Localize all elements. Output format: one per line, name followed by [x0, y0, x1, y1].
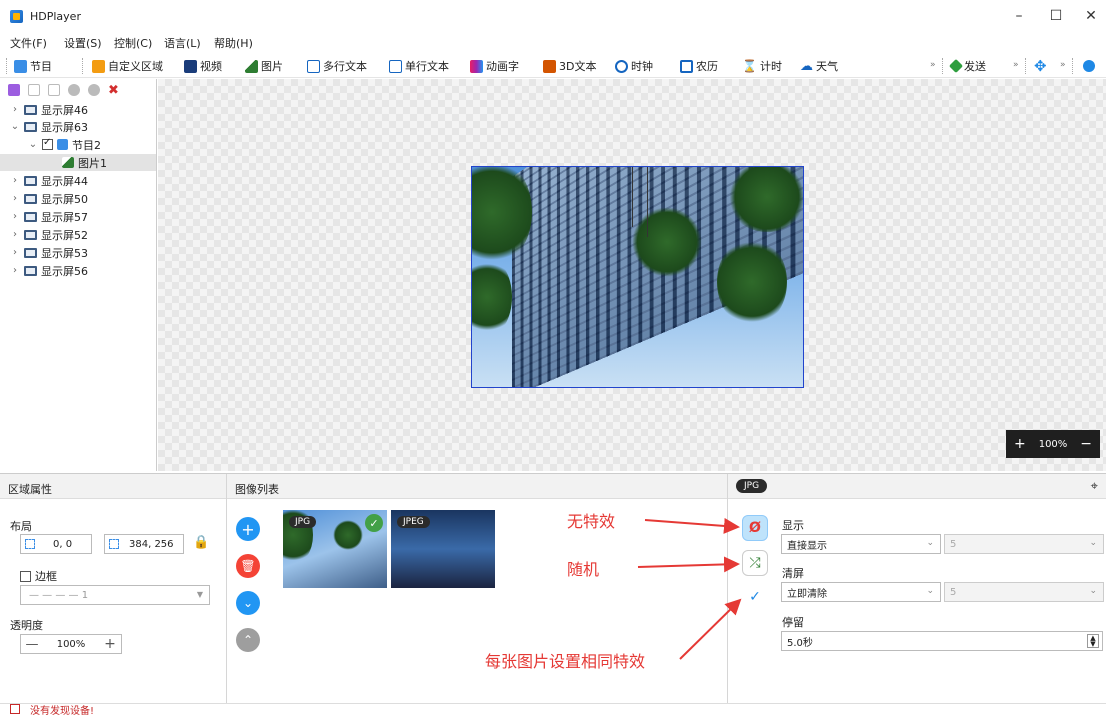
- monitor-icon: [24, 105, 37, 115]
- video-button[interactable]: 视频: [184, 57, 222, 75]
- program-button[interactable]: 节目: [14, 57, 52, 75]
- menu-file[interactable]: 文件(F): [10, 35, 47, 51]
- weather-button[interactable]: ☁ 天气: [800, 57, 838, 75]
- picture-button[interactable]: 图片: [245, 57, 283, 75]
- animated-text-button[interactable]: 动画字: [470, 57, 519, 75]
- zoom-level: 100%: [1039, 439, 1068, 450]
- tree-item-screen[interactable]: › 显示屏57: [10, 208, 88, 225]
- move-up-icon[interactable]: [68, 84, 80, 96]
- clock-button[interactable]: 时钟: [615, 57, 653, 75]
- move-down-icon[interactable]: [88, 84, 100, 96]
- tree-toolbar: ✖: [8, 82, 119, 98]
- tree-item-screen[interactable]: › 显示屏44: [10, 172, 88, 189]
- toolbar-overflow-1[interactable]: »: [930, 60, 936, 70]
- zoom-control: + 100% −: [1006, 430, 1100, 458]
- program-icon: [57, 139, 68, 150]
- close-window-button[interactable]: ✕: [1081, 8, 1101, 24]
- multi-line-text-button[interactable]: 多行文本: [307, 57, 367, 75]
- zoom-out-button[interactable]: −: [1080, 436, 1092, 452]
- title-bar: HDPlayer – ☐ ✕: [0, 0, 1106, 32]
- tree-item-screen[interactable]: › 显示屏53: [10, 244, 88, 261]
- chevron-right-icon: ›: [10, 265, 20, 276]
- single-line-text-button[interactable]: 单行文本: [389, 57, 449, 75]
- monitor-icon: [24, 212, 37, 222]
- weather-icon: ☁: [800, 59, 813, 74]
- play-icon[interactable]: [1083, 60, 1095, 72]
- chevron-right-icon: ›: [10, 193, 20, 204]
- animated-text-icon: [470, 60, 483, 73]
- annotation-arrows: [0, 474, 1106, 704]
- tree-item-picture[interactable]: 图片1: [0, 154, 156, 171]
- preview-canvas[interactable]: + 100% −: [158, 79, 1106, 471]
- tree-item-screen-expanded[interactable]: ⌄ 显示屏63: [10, 118, 88, 135]
- hourglass-icon: ⌛: [742, 59, 757, 73]
- picture-icon: [245, 60, 258, 73]
- send-icon: [949, 59, 963, 73]
- chevron-right-icon: ›: [10, 175, 20, 186]
- tree-item-screen[interactable]: › 显示屏56: [10, 262, 88, 279]
- app-logo-icon: [10, 10, 23, 23]
- monitor-icon: [24, 122, 37, 132]
- chevron-right-icon: ›: [10, 211, 20, 222]
- monitor-icon: [24, 248, 37, 258]
- clock-icon: [615, 60, 628, 73]
- menu-help[interactable]: 帮助(H): [214, 35, 253, 51]
- menu-settings[interactable]: 设置(S): [64, 35, 102, 51]
- toolbar-overflow-3[interactable]: »: [1060, 60, 1066, 70]
- custom-area-icon: [92, 60, 105, 73]
- check-all-icon[interactable]: [8, 84, 20, 96]
- video-icon: [184, 60, 197, 73]
- zoom-in-button[interactable]: +: [1014, 436, 1026, 452]
- chevron-down-icon: ⌄: [10, 121, 20, 132]
- multi-line-text-icon: [307, 60, 320, 73]
- toolbar-overflow-2[interactable]: »: [1013, 60, 1019, 70]
- minimize-button[interactable]: –: [1009, 8, 1029, 24]
- arrow-to-same-effect: [680, 600, 740, 659]
- chevron-right-icon: ›: [10, 247, 20, 258]
- app-title: HDPlayer: [30, 10, 81, 23]
- warning-icon: [10, 704, 20, 714]
- program-checkbox[interactable]: [42, 139, 53, 150]
- tree-item-screen[interactable]: › 显示屏46: [10, 101, 88, 118]
- custom-area-button[interactable]: 自定义区域: [92, 57, 163, 75]
- monitor-icon: [24, 194, 37, 204]
- picture-icon: [62, 157, 74, 168]
- status-bar: 没有发现设备!: [0, 703, 1106, 715]
- toolbar: 节目 自定义区域 视频 图片 多行文本 单行文本 动画字 3D文本 时钟 农历 …: [0, 54, 1106, 78]
- chevron-right-icon: ›: [10, 104, 20, 115]
- menu-control[interactable]: 控制(C): [114, 35, 152, 51]
- menu-bar: 文件(F) 设置(S) 控制(C) 语言(L) 帮助(H): [0, 33, 1106, 51]
- program-icon: [14, 60, 27, 73]
- chevron-down-icon: ⌄: [28, 139, 38, 150]
- 3d-text-button[interactable]: 3D文本: [543, 57, 596, 75]
- monitor-icon: [24, 266, 37, 276]
- timer-button[interactable]: ⌛ 计时: [742, 57, 782, 75]
- monitor-icon: [24, 176, 37, 186]
- calendar-icon: [680, 60, 693, 73]
- single-line-text-icon: [389, 60, 402, 73]
- arrow-to-random: [638, 564, 738, 567]
- menu-language[interactable]: 语言(L): [164, 35, 201, 51]
- move-icon[interactable]: ✥: [1034, 57, 1047, 75]
- tree-item-screen[interactable]: › 显示屏50: [10, 190, 88, 207]
- copy-icon[interactable]: [28, 84, 40, 96]
- properties-area: 区域属性 图像列表 JPG ⌖ 布局 0, 0 384, 256 🔒 边框 — …: [0, 473, 1106, 703]
- lunar-calendar-button[interactable]: 农历: [680, 57, 718, 75]
- send-button[interactable]: 发送: [951, 57, 986, 75]
- picture-region[interactable]: [471, 166, 804, 388]
- tree-item-program[interactable]: ⌄ 节目2: [28, 136, 101, 153]
- screen-tree-panel: ✖ › 显示屏46 ⌄ 显示屏63 ⌄ 节目2 图片1 ›显示屏44 ›显示屏5…: [0, 79, 157, 471]
- 3d-text-icon: [543, 60, 556, 73]
- arrow-to-no-effect: [645, 520, 738, 527]
- monitor-icon: [24, 230, 37, 240]
- delete-icon[interactable]: ✖: [108, 83, 119, 98]
- tree-item-screen[interactable]: › 显示屏52: [10, 226, 88, 243]
- chevron-right-icon: ›: [10, 229, 20, 240]
- maximize-button[interactable]: ☐: [1046, 8, 1066, 24]
- paste-icon[interactable]: [48, 84, 60, 96]
